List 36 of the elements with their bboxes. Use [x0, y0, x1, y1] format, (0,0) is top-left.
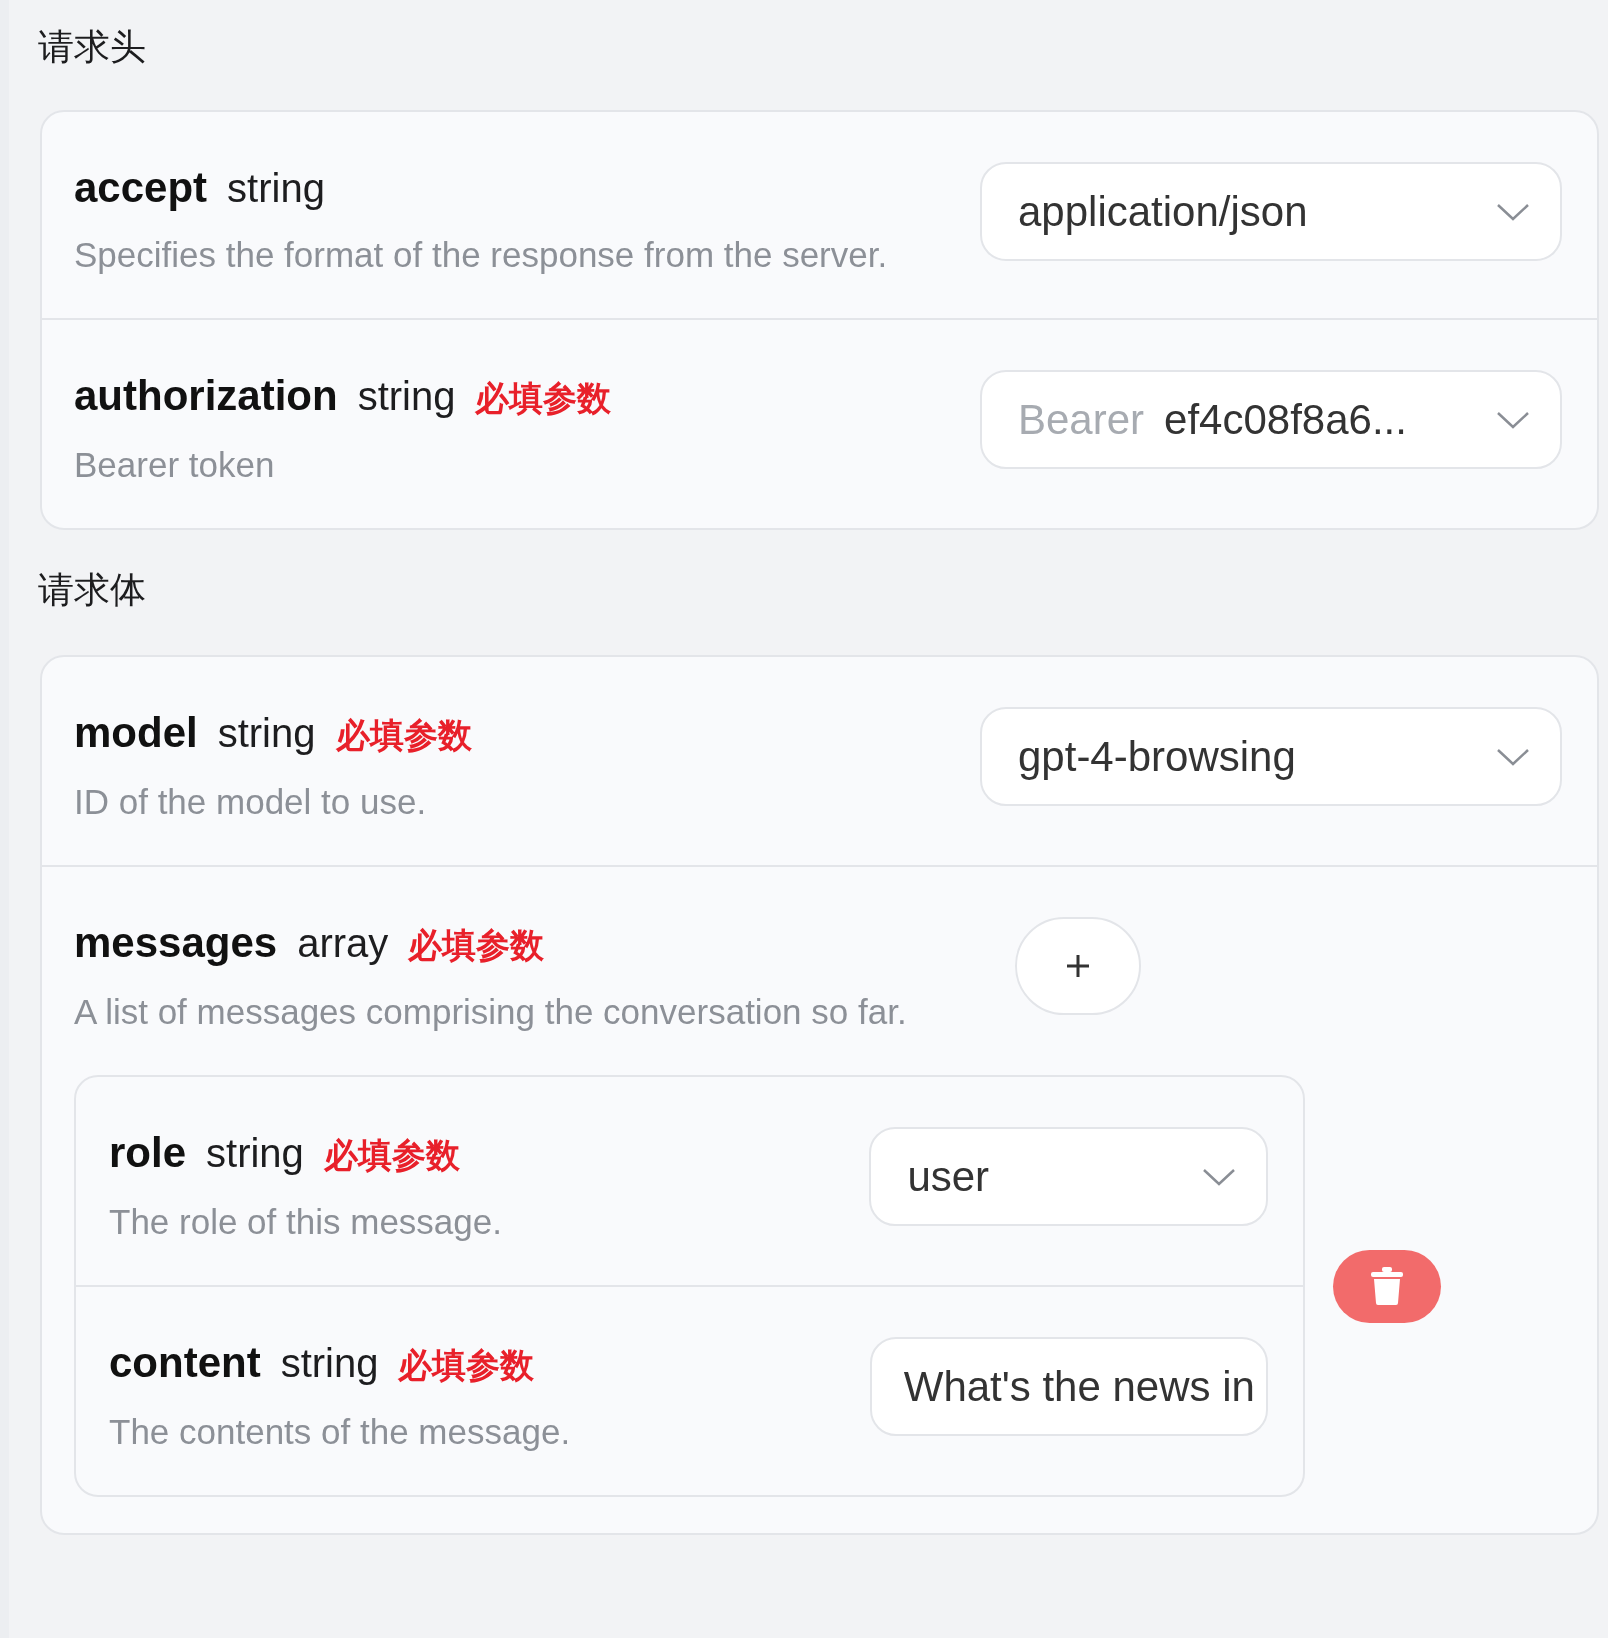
required-label: 必填参数 [323, 1135, 460, 1176]
param-type: string [280, 1340, 379, 1387]
section-title: 请求头 [38, 25, 147, 69]
select-field[interactable]: gpt-4-browsing [980, 707, 1562, 806]
trash-icon [1371, 1267, 1403, 1305]
chevron-down-icon [1496, 201, 1530, 222]
select-field[interactable]: user [869, 1127, 1268, 1226]
required-label: 必填参数 [408, 925, 545, 966]
param-description: Specifies the format of the response from the server. [74, 234, 889, 276]
required-label: 必填参数 [398, 1345, 535, 1386]
param-description: ID of the model to use. [74, 781, 428, 823]
param-type: string [227, 165, 325, 212]
param-type: array [297, 920, 389, 967]
param-name: authorization [74, 371, 338, 421]
param-description: The contents of the message. [109, 1411, 572, 1453]
param-type: string [206, 1130, 304, 1177]
param-name: content [109, 1338, 261, 1388]
param-name: accept [74, 163, 208, 213]
param-name: messages [74, 918, 278, 968]
param-type: string [217, 710, 316, 757]
param-name: role [109, 1128, 187, 1178]
param-description: A list of messages comprising the conversation so far. [74, 991, 908, 1033]
chevron-down-icon [1202, 1166, 1236, 1187]
plus-icon [1066, 954, 1090, 978]
chevron-down-icon [1496, 409, 1530, 430]
param-name: model [74, 708, 198, 758]
required-label: 必填参数 [475, 378, 612, 419]
select-field[interactable]: Bearer ef4c08f8a6... [980, 370, 1562, 469]
chevron-down-icon [1496, 746, 1530, 767]
select-field[interactable]: application/json [980, 162, 1562, 261]
required-label: 必填参数 [335, 715, 472, 756]
section-title: 请求体 [38, 568, 147, 612]
input-field[interactable]: What's the news in [869, 1337, 1268, 1436]
param-description: Bearer token [74, 444, 276, 486]
param-description: The role of this message. [109, 1201, 503, 1243]
param-type: string [357, 373, 456, 420]
